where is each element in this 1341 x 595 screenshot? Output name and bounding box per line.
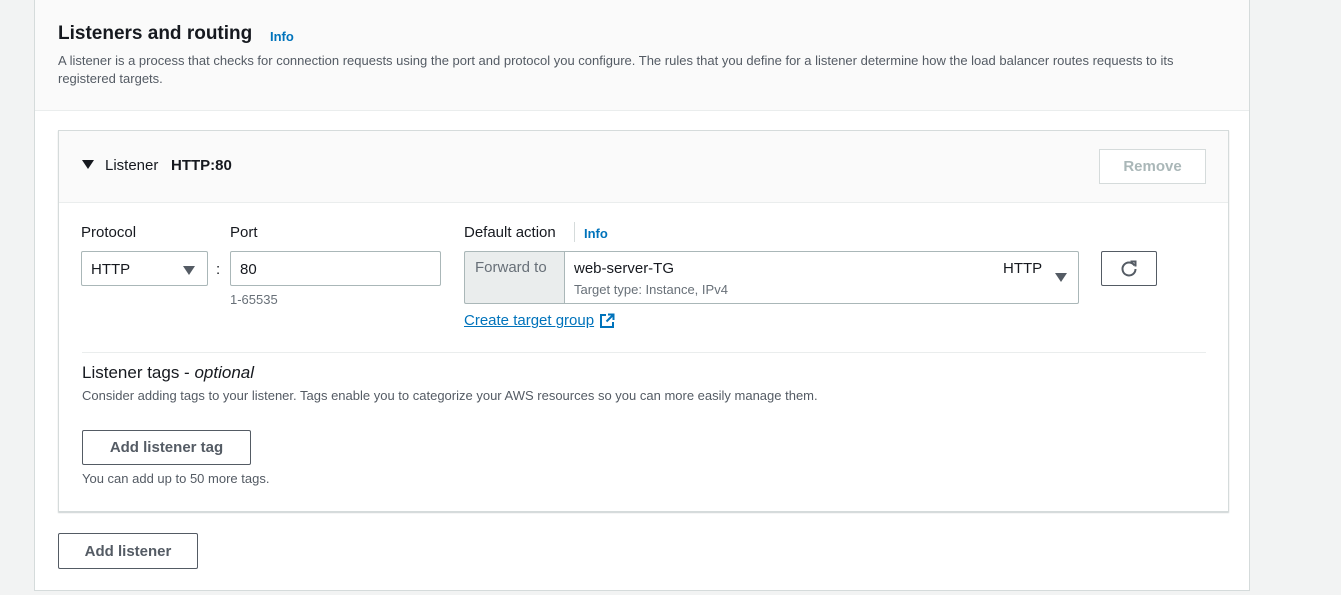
forward-to-addon: Forward to	[464, 251, 564, 304]
triangle-down-icon	[183, 266, 195, 275]
refresh-icon	[1121, 260, 1137, 276]
caret-down-icon[interactable]	[82, 160, 94, 169]
listener-tags-title: Listener tags - optional	[82, 363, 254, 383]
external-link-icon	[600, 313, 615, 328]
protocol-port-separator: :	[216, 261, 221, 278]
port-value: 80	[240, 261, 257, 278]
target-group-name: web-server-TG	[574, 260, 675, 277]
listener-card: Listener HTTP:80 Remove Protocol HTTP : …	[58, 130, 1229, 512]
listeners-panel: Listeners and routing Info A listener is…	[34, 0, 1250, 591]
protocol-label: Protocol	[81, 224, 137, 241]
section-description: A listener is a process that checks for …	[58, 53, 1174, 86]
optional-label: optional	[194, 363, 255, 382]
add-listener-tag-button[interactable]: Add listener tag	[82, 430, 251, 465]
listener-label: Listener	[105, 157, 159, 174]
section-divider	[82, 352, 1206, 353]
target-type: Target type: Instance, IPv4	[574, 282, 728, 297]
remove-button[interactable]: Remove	[1099, 149, 1206, 184]
listener-tags-description: Consider adding tags to your listener. T…	[82, 388, 818, 403]
listener-header[interactable]: Listener HTTP:80 Remove	[59, 131, 1228, 203]
protocol-select[interactable]: HTTP	[81, 251, 208, 286]
port-label: Port	[230, 224, 258, 241]
default-action-label: Default action	[464, 224, 556, 241]
target-group-select[interactable]: web-server-TG Target type: Instance, IPv…	[564, 251, 1079, 304]
create-target-group-link[interactable]: Create target group	[464, 312, 615, 329]
create-target-group-label: Create target group	[464, 312, 595, 329]
port-hint: 1-65535	[230, 292, 278, 307]
tags-hint: You can add up to 50 more tags.	[82, 471, 270, 486]
section-title: Listeners and routing	[58, 23, 253, 44]
listener-name: HTTP:80	[171, 157, 232, 174]
listener-tags-title-text: Listener tags -	[82, 363, 195, 382]
refresh-button[interactable]	[1101, 251, 1157, 286]
section-info-link[interactable]: Info	[270, 29, 294, 44]
add-listener-button[interactable]: Add listener	[58, 533, 198, 569]
target-group-protocol: HTTP	[1003, 260, 1043, 277]
port-input[interactable]: 80	[230, 251, 441, 286]
protocol-value: HTTP	[91, 261, 131, 278]
triangle-down-icon	[1055, 273, 1067, 282]
label-divider	[574, 222, 575, 242]
panel-header: Listeners and routing Info A listener is…	[35, 0, 1249, 111]
default-action-info-link[interactable]: Info	[584, 226, 608, 241]
forward-to-label: Forward to	[475, 259, 547, 276]
